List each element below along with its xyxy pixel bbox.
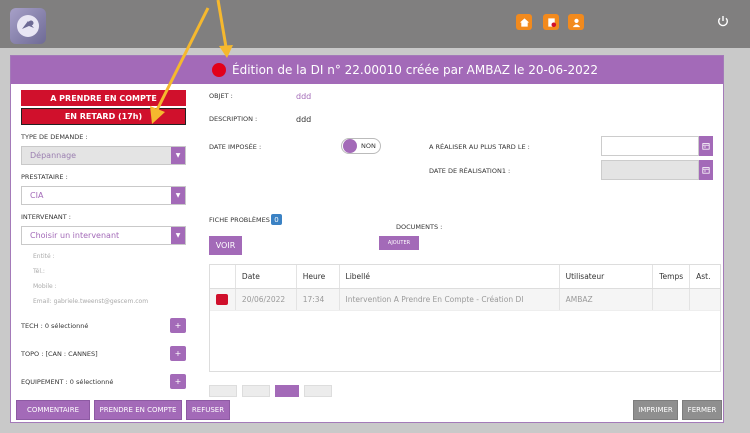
calendar-icon[interactable] xyxy=(699,136,713,156)
mobile-text: Mobile : xyxy=(33,283,57,290)
voir-button[interactable]: VOIR xyxy=(209,236,242,255)
description-label: DESCRIPTION : xyxy=(209,115,258,123)
fiche-problemes-label: FICHE PROBLÈMES : xyxy=(209,216,275,224)
pager-prev[interactable] xyxy=(209,385,237,397)
pager-current[interactable] xyxy=(275,385,300,397)
modal-header: Édition de la DI n° 22.00010 créée par A… xyxy=(11,56,723,84)
table-header-cell[interactable]: Date xyxy=(236,265,297,288)
chevron-down-icon[interactable]: ▼ xyxy=(171,187,185,204)
imprimer-button[interactable]: IMPRIMER xyxy=(633,400,678,420)
status-square xyxy=(216,294,228,305)
commentaire-button[interactable]: COMMENTAIRE xyxy=(16,400,90,420)
date-imposee-toggle[interactable]: NON xyxy=(341,138,381,154)
date-imposee-label: DATE IMPOSÉE : xyxy=(209,143,262,151)
modal-footer: COMMENTAIRE PRENDRE EN COMPTE REFUSER IM… xyxy=(10,397,724,423)
modal-title: Édition de la DI n° 22.00010 créée par A… xyxy=(232,63,598,77)
table-header-cell xyxy=(210,265,236,288)
status-dot xyxy=(212,63,226,77)
equipement-label: EQUIPEMENT : 0 sélectionné xyxy=(21,377,114,386)
date-realisation-label: DATE DE RÉALISATION1 : xyxy=(429,167,511,175)
row-date: 20/06/2022 xyxy=(236,289,297,310)
intervenant-label: INTERVENANT : xyxy=(21,213,71,221)
equipement-row: EQUIPEMENT : 0 sélectionné + xyxy=(21,374,186,389)
logo-icon xyxy=(17,15,39,37)
fiche-count-badge[interactable]: 0 xyxy=(271,214,282,225)
entite-text: Entité : xyxy=(33,253,55,260)
date-realisation-input[interactable] xyxy=(601,160,699,180)
row-ast xyxy=(690,289,720,310)
home-icon[interactable] xyxy=(516,14,532,30)
type-demande-value: Dépannage xyxy=(30,151,77,160)
objet-value[interactable]: ddd xyxy=(296,92,311,101)
email-text: Email: gabriele.tweenst@gescem.com xyxy=(33,298,149,305)
tel-text: Tél.: xyxy=(33,268,45,275)
objet-label: OBJET : xyxy=(209,92,233,100)
table-header-cell[interactable]: Utilisateur xyxy=(560,265,654,288)
document-alert-icon[interactable] xyxy=(543,14,559,30)
refuser-button[interactable]: REFUSER xyxy=(186,400,230,420)
calendar-icon[interactable] xyxy=(699,160,713,180)
table-header-cell[interactable]: Ast. xyxy=(690,265,720,288)
add-equipement-button[interactable]: + xyxy=(170,374,186,389)
toggle-knob xyxy=(343,139,357,153)
realiser-date-input[interactable] xyxy=(601,136,699,156)
fermer-button[interactable]: FERMER xyxy=(682,400,722,420)
row-status-cell xyxy=(210,289,236,310)
description-value: ddd xyxy=(296,115,312,124)
row-libelle: Intervention A Prendre En Compte - Créat… xyxy=(340,289,560,310)
table-header: Date Heure Libellé Utilisateur Temps Ast… xyxy=(210,265,720,289)
pager-page[interactable] xyxy=(242,385,271,397)
top-bar xyxy=(0,0,750,48)
en-retard-button[interactable]: EN RETARD (17h) xyxy=(21,108,186,125)
ajouter-button[interactable]: AJOUTER xyxy=(379,236,419,250)
prendre-en-compte-button[interactable]: PRENDRE EN COMPTE xyxy=(94,400,182,420)
table-header-cell[interactable]: Libellé xyxy=(340,265,560,288)
edit-di-modal: Édition de la DI n° 22.00010 créée par A… xyxy=(10,55,724,423)
table-header-cell[interactable]: Heure xyxy=(297,265,340,288)
left-panel: A PRENDRE EN COMPTE EN RETARD (17h) TYPE… xyxy=(21,90,201,390)
documents-label: DOCUMENTS : xyxy=(396,223,443,231)
toggle-text: NON xyxy=(361,142,376,150)
table-header-cell[interactable]: Temps xyxy=(653,265,691,288)
prestataire-select[interactable]: CIA ▼ xyxy=(21,186,186,205)
power-icon[interactable] xyxy=(716,14,730,28)
tech-label: TECH : 0 sélectionné xyxy=(21,321,89,330)
history-table: Date Heure Libellé Utilisateur Temps Ast… xyxy=(209,264,721,372)
main-panel: OBJET : ddd DESCRIPTION : ddd DATE IMPOS… xyxy=(196,84,723,394)
app-logo[interactable] xyxy=(10,8,46,44)
user-profile-icon[interactable] xyxy=(568,14,584,30)
type-demande-label: TYPE DE DEMANDE : xyxy=(21,133,88,141)
type-demande-select[interactable]: Dépannage ▼ xyxy=(21,146,186,165)
table-row[interactable]: 20/06/2022 17:34 Intervention A Prendre … xyxy=(210,289,720,311)
row-utilisateur: AMBAZ xyxy=(560,289,654,310)
topo-row: TOPO : [CAN : CANNES] + xyxy=(21,346,186,361)
prestataire-label: PRESTATAIRE : xyxy=(21,173,68,181)
row-heure: 17:34 xyxy=(297,289,340,310)
row-temps xyxy=(653,289,691,310)
a-prendre-en-compte-button[interactable]: A PRENDRE EN COMPTE xyxy=(21,90,186,106)
pager-next[interactable] xyxy=(304,385,333,397)
add-tech-button[interactable]: + xyxy=(170,318,186,333)
topo-label: TOPO : [CAN : CANNES] xyxy=(21,349,98,358)
chevron-down-icon[interactable]: ▼ xyxy=(171,227,185,244)
tech-row: TECH : 0 sélectionné + xyxy=(21,318,186,333)
realiser-label: A RÉALISER AU PLUS TARD LE : xyxy=(429,143,530,151)
add-topo-button[interactable]: + xyxy=(170,346,186,361)
intervenant-placeholder: Choisir un intervenant xyxy=(30,231,120,240)
intervenant-select[interactable]: Choisir un intervenant ▼ xyxy=(21,226,186,245)
prestataire-value: CIA xyxy=(30,191,44,200)
chevron-down-icon[interactable]: ▼ xyxy=(171,147,185,164)
